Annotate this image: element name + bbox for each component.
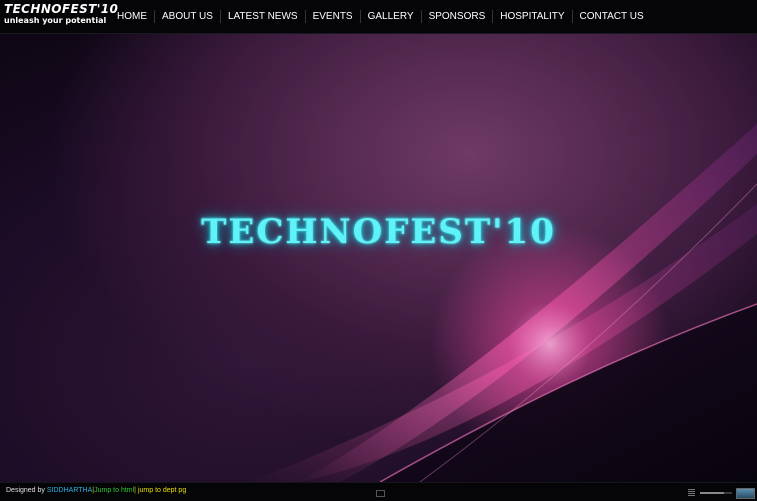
jump-to-html-link[interactable]: Jump to html — [94, 487, 134, 494]
logo-tagline: unleash your potential — [4, 16, 107, 25]
logo-title: TECHNOFEST'10 — [4, 2, 119, 16]
hero-stage: TECHNOFEST'10 — [0, 34, 757, 482]
thumbnail-icon[interactable] — [736, 488, 755, 499]
designer-link[interactable]: SIDDHARTHA — [47, 487, 92, 494]
menu-list-icon[interactable] — [688, 489, 695, 496]
nav-latest-news[interactable]: LATEST NEWS — [219, 10, 305, 23]
jump-to-dept-link[interactable]: jump to dept pg — [138, 487, 186, 494]
fullscreen-icon[interactable] — [376, 490, 385, 497]
nav-home[interactable]: HOME — [110, 10, 154, 23]
nav-events[interactable]: EVENTS — [304, 10, 360, 23]
nav-about-us[interactable]: ABOUT US — [154, 10, 220, 23]
nav-contact-us[interactable]: CONTACT US — [571, 10, 651, 23]
hero-title: TECHNOFEST'10 — [201, 212, 556, 252]
volume-fill — [700, 492, 724, 494]
top-bar: TECHNOFEST'10 unleash your potential HOM… — [0, 0, 757, 34]
designer-credit: Designed by SIDDHARTHA|Jump to html| jum… — [6, 487, 186, 494]
nav-hospitality[interactable]: HOSPITALITY — [492, 10, 571, 23]
designed-by-label: Designed by — [6, 487, 45, 494]
volume-slider[interactable] — [700, 492, 732, 494]
separator: | — [134, 487, 136, 494]
main-nav: HOME ABOUT US LATEST NEWS EVENTS GALLERY… — [110, 0, 651, 33]
nav-sponsors[interactable]: SPONSORS — [420, 10, 493, 23]
nav-gallery[interactable]: GALLERY — [359, 10, 421, 23]
light-streak-background — [250, 124, 757, 482]
footer-bar: Designed by SIDDHARTHA|Jump to html| jum… — [0, 482, 757, 501]
logo[interactable]: TECHNOFEST'10 unleash your potential — [4, 3, 118, 26]
